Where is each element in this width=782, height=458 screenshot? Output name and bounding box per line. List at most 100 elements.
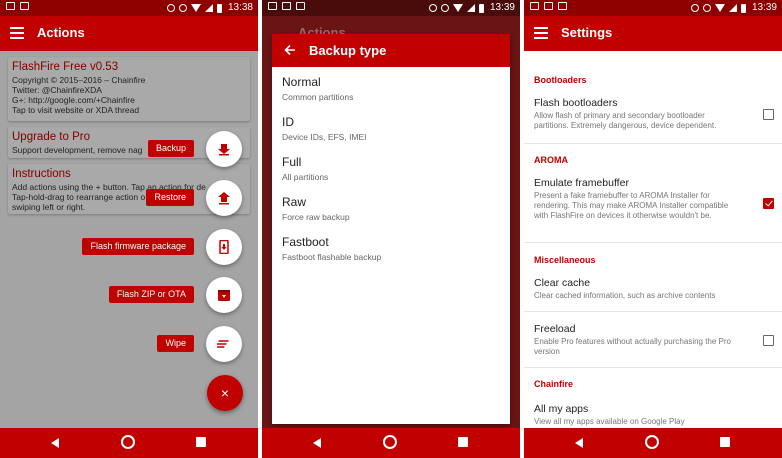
status-time: 13:39 [489,2,515,13]
pref-all-my-apps[interactable]: All my apps View all my apps available o… [534,403,774,427]
sync-icon [690,4,699,12]
app-bar: Settings [524,16,782,51]
section-aroma: AROMA [534,155,568,165]
eraser-icon [217,340,229,348]
pref-clear-cache[interactable]: Clear cache Clear cached information, su… [534,277,774,301]
download-notification-icon [20,2,29,10]
pref-freeload[interactable]: Freeload Enable Pro features without act… [534,323,774,357]
flash-zip-label[interactable]: Flash ZIP or OTA [108,286,194,303]
restore-button[interactable] [206,180,242,216]
download-notification-icon [296,2,305,10]
download-icon [218,144,230,156]
flash-firmware-label[interactable]: Flash firmware package [82,238,194,255]
divider [524,311,782,312]
status-time: 13:39 [751,2,777,13]
backup-option-normal[interactable]: Normal Common partitions [282,75,502,111]
flash-bootloaders-checkbox[interactable] [763,109,774,120]
divider [524,242,782,243]
option-subtitle: All partitions [282,172,329,182]
download-notification-icon [558,2,567,10]
divider [524,367,782,368]
status-bar: 13:38 [0,0,258,16]
signal-icon [466,4,475,12]
close-fab-button[interactable]: × [207,375,243,411]
recents-icon[interactable] [196,437,206,447]
flash-zip-button[interactable] [206,277,242,313]
wifi-icon [190,4,201,12]
page-title: Actions [37,25,85,40]
wipe-button[interactable] [206,326,242,362]
pref-flash-bootloaders[interactable]: Flash bootloaders Allow flash of primary… [534,97,774,131]
home-icon[interactable] [121,435,135,449]
phone-icon [219,240,229,254]
backup-option-fastboot[interactable]: Fastboot Fastboot flashable backup [282,235,502,271]
pref-subtitle: Allow flash of primary and secondary boo… [534,111,717,130]
pref-title: Freeload [534,323,576,335]
home-icon[interactable] [645,435,659,449]
emulate-framebuffer-checkbox[interactable] [763,198,774,209]
option-subtitle: Force raw backup [282,212,350,222]
pref-emulate-framebuffer[interactable]: Emulate framebuffer Present a fake frame… [534,177,774,221]
page-title: Settings [561,25,613,40]
option-subtitle: Device IDs, EFS, IMEI [282,132,367,142]
flash-firmware-button[interactable] [206,229,242,265]
option-title: Full [282,155,302,169]
battery-icon [216,3,222,13]
backup-button[interactable] [206,131,242,167]
fab-restore: Restore [132,180,242,216]
backup-option-id[interactable]: ID Device IDs, EFS, IMEI [282,115,502,151]
freeload-checkbox[interactable] [763,335,774,346]
dialog-title: Backup type [309,43,387,58]
navigation-bar [262,428,520,458]
option-title: Normal [282,75,321,89]
wipe-label[interactable]: Wipe [157,335,194,352]
settings-screen: 13:39 Settings Bootloaders Flash bootloa… [524,0,782,458]
recents-icon[interactable] [458,437,468,447]
arrow-back-icon[interactable] [284,44,296,56]
sync-icon [166,4,175,12]
backup-type-dialog: Backup type Normal Common partitions ID … [272,34,510,424]
wifi-icon [714,4,725,12]
section-miscellaneous: Miscellaneous [534,255,596,265]
menu-icon[interactable] [10,27,24,39]
fab-backup: Backup [132,131,242,167]
image-notification-icon [544,2,553,10]
pref-title: All my apps [534,403,589,415]
upload-icon [218,192,230,205]
section-chainfire: Chainfire [534,379,574,389]
home-icon[interactable] [383,435,397,449]
back-icon[interactable] [313,438,321,448]
alarm-icon [440,4,449,12]
navigation-bar [0,428,258,458]
backup-option-full[interactable]: Full All partitions [282,155,502,191]
settings-list[interactable]: Bootloaders Flash bootloaders Allow flas… [524,51,782,428]
pref-subtitle: Present a fake framebuffer to AROMA Inst… [534,191,729,220]
backup-label[interactable]: Backup [147,140,194,157]
wifi-icon [452,4,463,12]
pref-subtitle: Enable Pro features without actually pur… [534,337,732,356]
dialog-header: Backup type [272,34,510,67]
back-icon[interactable] [51,438,59,448]
sync-icon [428,4,437,12]
fab-flash-firmware: Flash firmware package [72,229,242,265]
option-subtitle: Fastboot flashable backup [282,252,382,262]
section-bootloaders: Bootloaders [534,75,587,85]
menu-icon[interactable] [534,27,548,39]
status-bar: 13:39 [524,0,782,16]
pref-title: Flash bootloaders [534,97,618,109]
fab-flash-zip: Flash ZIP or OTA [72,277,242,313]
option-title: Fastboot [282,235,329,249]
battery-icon [740,3,746,13]
pref-subtitle: Clear cached information, such as archiv… [534,291,716,300]
back-icon[interactable] [575,438,583,448]
pref-title: Emulate framebuffer [534,177,629,189]
alarm-icon [702,4,711,12]
backup-option-raw[interactable]: Raw Force raw backup [282,195,502,231]
navigation-bar [524,428,782,458]
option-title: Raw [282,195,307,209]
restore-label[interactable]: Restore [146,189,194,206]
app-bar: Actions [0,16,258,51]
recents-icon[interactable] [720,437,730,447]
status-time: 13:38 [227,2,253,13]
pref-title: Clear cache [534,277,591,289]
